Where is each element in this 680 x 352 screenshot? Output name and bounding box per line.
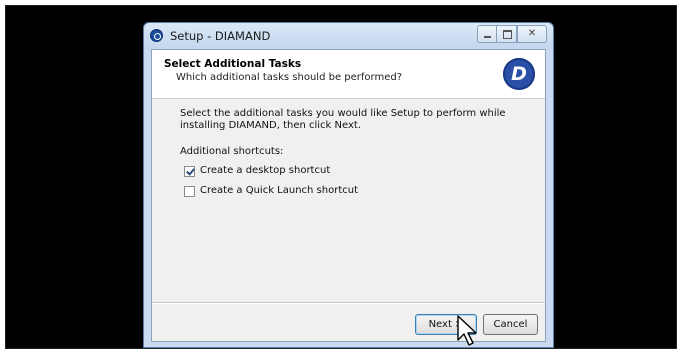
cancel-button[interactable]: Cancel — [483, 314, 538, 335]
page-title: Select Additional Tasks — [164, 58, 302, 70]
shortcuts-label: Additional shortcuts: — [180, 146, 284, 157]
desktop-shortcut-checkbox[interactable] — [184, 166, 195, 177]
desktop-shortcut-label[interactable]: Create a desktop shortcut — [200, 165, 330, 176]
wizard-header: Select Additional Tasks Which additional… — [152, 50, 545, 99]
minimize-button[interactable] — [477, 25, 497, 43]
window-title: Setup - DIAMAND — [170, 29, 271, 43]
footer-divider — [152, 302, 545, 304]
close-icon: ✕ — [527, 28, 537, 39]
wizard-page: Select Additional Tasks Which additional… — [151, 49, 546, 342]
quick-launch-shortcut-checkbox[interactable] — [184, 186, 195, 197]
page-subtitle: Which additional tasks should be perform… — [176, 72, 403, 83]
setup-window: Setup - DIAMAND ✕ Select Additional Task… — [143, 22, 554, 348]
diamand-logo-icon: D — [503, 58, 535, 90]
mouse-cursor-icon — [457, 315, 477, 346]
quick-launch-shortcut-label[interactable]: Create a Quick Launch shortcut — [200, 185, 358, 196]
maximize-button[interactable] — [497, 25, 517, 43]
app-icon — [150, 29, 163, 42]
desktop-screen: Setup - DIAMAND ✕ Select Additional Task… — [5, 5, 677, 349]
instructions-text: Select the additional tasks you would li… — [180, 108, 506, 131]
close-button[interactable]: ✕ — [517, 25, 547, 43]
title-bar[interactable]: Setup - DIAMAND ✕ — [144, 23, 553, 49]
